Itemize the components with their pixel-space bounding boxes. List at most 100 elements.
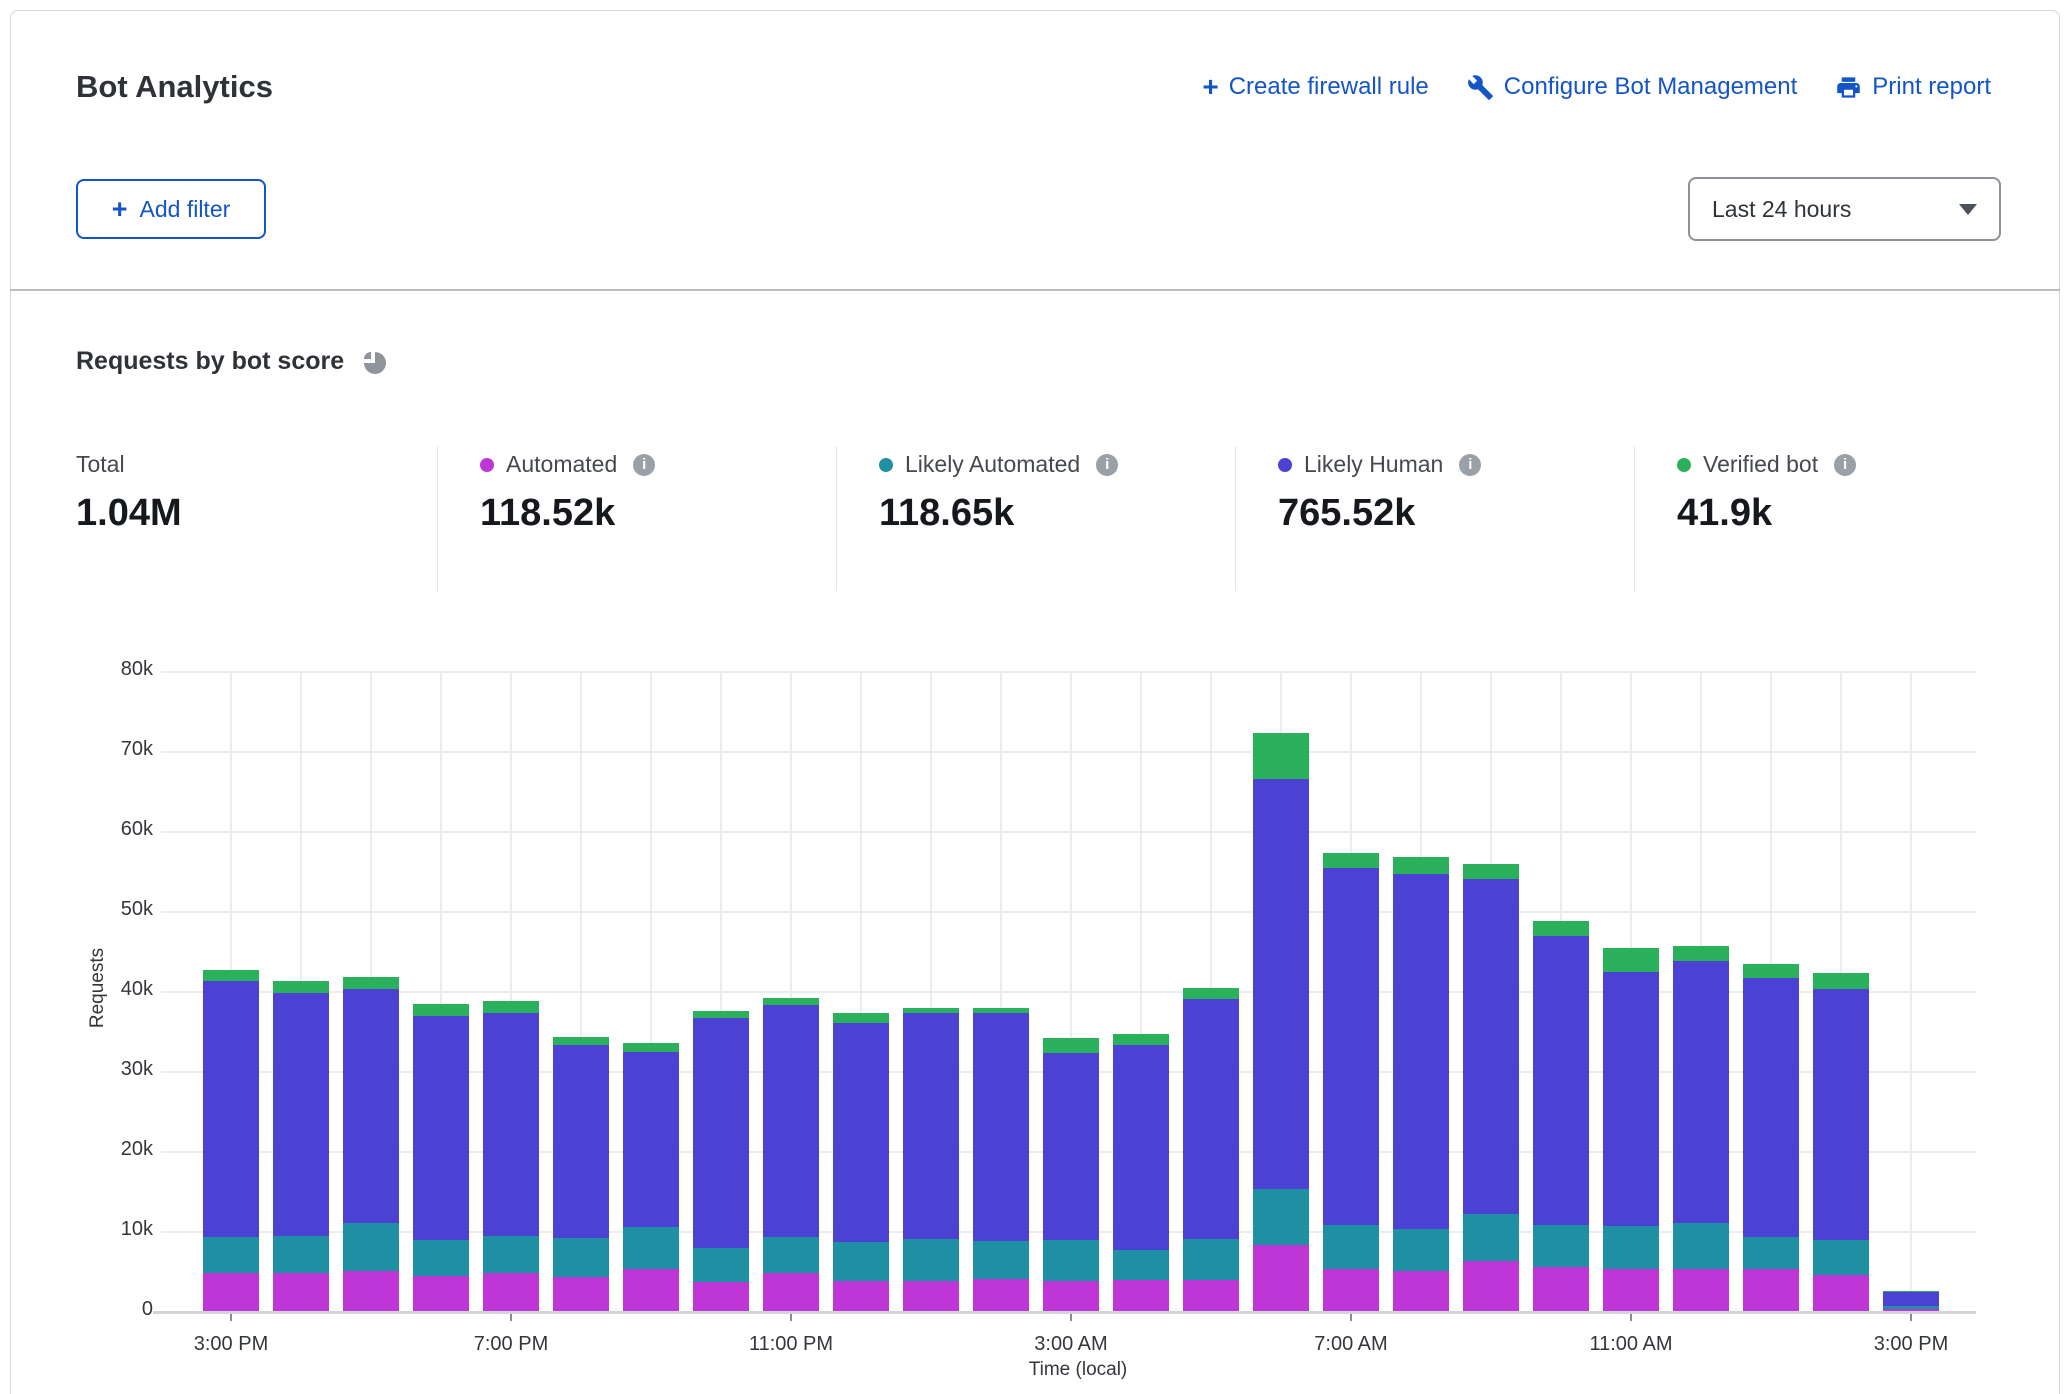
bar-segment-likely-human[interactable]: [1323, 868, 1379, 1225]
bar-segment-likely-human[interactable]: [1183, 999, 1239, 1239]
bar-segment-likely-automated[interactable]: [343, 1223, 399, 1271]
bar-segment-verified-bot[interactable]: [343, 977, 399, 989]
bar-segment-likely-automated[interactable]: [1323, 1225, 1379, 1270]
bar-segment-likely-automated[interactable]: [273, 1236, 329, 1274]
bar-segment-automated[interactable]: [1743, 1269, 1799, 1311]
bar-segment-likely-automated[interactable]: [1883, 1306, 1939, 1308]
bar-segment-automated[interactable]: [973, 1279, 1029, 1311]
bar-segment-likely-human[interactable]: [763, 1005, 819, 1236]
bar-segment-likely-automated[interactable]: [1743, 1237, 1799, 1269]
bar-segment-automated[interactable]: [1113, 1280, 1169, 1311]
bar-segment-automated[interactable]: [1813, 1275, 1869, 1311]
bar-segment-likely-automated[interactable]: [1603, 1226, 1659, 1269]
bar-segment-likely-human[interactable]: [1393, 874, 1449, 1228]
bar-segment-likely-human[interactable]: [1813, 989, 1869, 1240]
bar-segment-likely-human[interactable]: [1533, 936, 1589, 1225]
bar-segment-automated[interactable]: [1533, 1267, 1589, 1311]
bar-segment-automated[interactable]: [343, 1271, 399, 1311]
bar-segment-likely-human[interactable]: [553, 1045, 609, 1238]
bar-segment-verified-bot[interactable]: [763, 998, 819, 1005]
bar-segment-automated[interactable]: [1043, 1281, 1099, 1311]
bar-segment-likely-human[interactable]: [1743, 978, 1799, 1237]
bar-segment-automated[interactable]: [553, 1277, 609, 1311]
bar-segment-verified-bot[interactable]: [1463, 864, 1519, 879]
bar-segment-likely-automated[interactable]: [1113, 1250, 1169, 1280]
bar-segment-likely-automated[interactable]: [1533, 1225, 1589, 1267]
bar-segment-likely-human[interactable]: [833, 1023, 889, 1242]
bar-segment-verified-bot[interactable]: [1673, 946, 1729, 961]
bar-segment-automated[interactable]: [833, 1281, 889, 1311]
bar-segment-automated[interactable]: [1463, 1261, 1519, 1311]
bar-segment-likely-human[interactable]: [1463, 879, 1519, 1214]
bar-segment-automated[interactable]: [693, 1282, 749, 1311]
bar-segment-verified-bot[interactable]: [553, 1037, 609, 1046]
bar-segment-automated[interactable]: [483, 1273, 539, 1311]
bar-segment-automated[interactable]: [1393, 1271, 1449, 1311]
bar-segment-likely-automated[interactable]: [1463, 1214, 1519, 1261]
bar-segment-likely-automated[interactable]: [623, 1227, 679, 1269]
bar-segment-verified-bot[interactable]: [1883, 1291, 1939, 1292]
bar-segment-automated[interactable]: [623, 1269, 679, 1311]
bar-segment-verified-bot[interactable]: [1183, 988, 1239, 999]
bar-segment-likely-automated[interactable]: [483, 1236, 539, 1274]
bar-segment-verified-bot[interactable]: [273, 981, 329, 992]
bar-segment-likely-automated[interactable]: [903, 1239, 959, 1281]
bar-segment-automated[interactable]: [1253, 1245, 1309, 1311]
bar-segment-verified-bot[interactable]: [483, 1001, 539, 1014]
bar-segment-verified-bot[interactable]: [623, 1043, 679, 1052]
bar-segment-likely-human[interactable]: [973, 1013, 1029, 1241]
bar-segment-likely-automated[interactable]: [1673, 1223, 1729, 1269]
bar-segment-likely-human[interactable]: [1043, 1053, 1099, 1239]
bar-segment-likely-automated[interactable]: [553, 1238, 609, 1277]
bar-segment-likely-human[interactable]: [1253, 779, 1309, 1189]
bar-segment-likely-automated[interactable]: [1813, 1240, 1869, 1275]
bar-segment-verified-bot[interactable]: [1113, 1034, 1169, 1044]
bar-segment-verified-bot[interactable]: [1533, 921, 1589, 935]
bar-segment-likely-human[interactable]: [1113, 1045, 1169, 1251]
bar-segment-likely-automated[interactable]: [693, 1248, 749, 1282]
bar-segment-verified-bot[interactable]: [413, 1004, 469, 1016]
bar-segment-automated[interactable]: [1603, 1269, 1659, 1311]
bar-segment-verified-bot[interactable]: [203, 970, 259, 980]
bar-segment-likely-automated[interactable]: [413, 1240, 469, 1276]
bar-segment-automated[interactable]: [1183, 1280, 1239, 1311]
bar-segment-likely-automated[interactable]: [1043, 1240, 1099, 1281]
bar-segment-likely-human[interactable]: [483, 1013, 539, 1235]
bar-segment-likely-automated[interactable]: [1253, 1189, 1309, 1245]
bar-segment-likely-human[interactable]: [203, 981, 259, 1237]
bar-segment-verified-bot[interactable]: [1603, 948, 1659, 972]
bar-segment-verified-bot[interactable]: [833, 1013, 889, 1023]
bar-segment-likely-automated[interactable]: [833, 1242, 889, 1281]
bar-segment-verified-bot[interactable]: [1323, 853, 1379, 867]
bar-segment-likely-human[interactable]: [1603, 972, 1659, 1226]
bar-segment-likely-human[interactable]: [343, 989, 399, 1223]
bar-segment-verified-bot[interactable]: [903, 1008, 959, 1013]
bar-segment-likely-automated[interactable]: [973, 1241, 1029, 1279]
bar-segment-likely-human[interactable]: [623, 1052, 679, 1227]
bar-segment-verified-bot[interactable]: [1813, 973, 1869, 988]
bar-segment-likely-human[interactable]: [273, 993, 329, 1236]
bar-segment-verified-bot[interactable]: [1253, 733, 1309, 779]
bar-segment-verified-bot[interactable]: [693, 1011, 749, 1018]
bar-segment-automated[interactable]: [273, 1273, 329, 1311]
bar-segment-automated[interactable]: [203, 1273, 259, 1311]
bar-segment-likely-automated[interactable]: [763, 1237, 819, 1274]
bar-segment-likely-automated[interactable]: [1183, 1239, 1239, 1280]
bar-segment-likely-human[interactable]: [693, 1018, 749, 1248]
bar-segment-likely-human[interactable]: [1883, 1292, 1939, 1306]
bar-segment-verified-bot[interactable]: [973, 1008, 1029, 1014]
bar-segment-automated[interactable]: [763, 1273, 819, 1311]
bar-segment-automated[interactable]: [1883, 1309, 1939, 1311]
bar-segment-likely-automated[interactable]: [1393, 1229, 1449, 1271]
bar-segment-likely-automated[interactable]: [203, 1237, 259, 1274]
bar-segment-automated[interactable]: [1673, 1269, 1729, 1311]
bar-segment-verified-bot[interactable]: [1043, 1038, 1099, 1053]
bar-segment-automated[interactable]: [1323, 1269, 1379, 1311]
bar-segment-likely-human[interactable]: [903, 1013, 959, 1239]
bar-segment-likely-human[interactable]: [1673, 961, 1729, 1223]
bar-segment-verified-bot[interactable]: [1743, 964, 1799, 978]
bar-segment-verified-bot[interactable]: [1393, 857, 1449, 875]
bar-segment-automated[interactable]: [903, 1281, 959, 1311]
bar-segment-likely-human[interactable]: [413, 1016, 469, 1240]
bar-segment-automated[interactable]: [413, 1276, 469, 1311]
